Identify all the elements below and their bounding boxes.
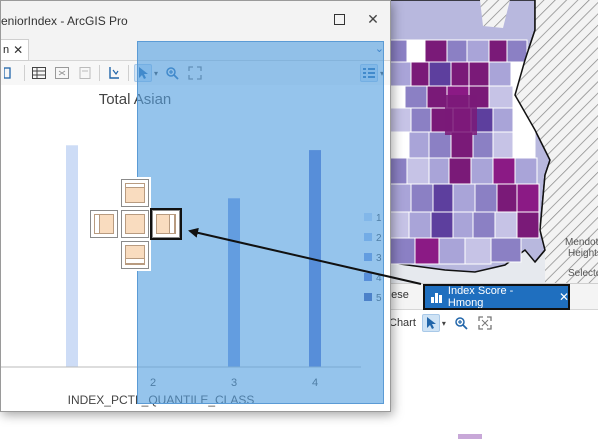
dock-panel: nese Index Score - Hmong ✕ Chart ▾	[385, 283, 598, 439]
select-arrow-icon[interactable]	[421, 314, 440, 332]
callout-highlight-box	[150, 208, 182, 240]
close-icon[interactable]: ✕	[13, 43, 23, 57]
table-icon[interactable]	[30, 64, 48, 82]
map-place-label: Heights	[568, 248, 598, 259]
close-icon[interactable]: ✕	[365, 11, 381, 27]
tab-label: Index Score - Hmong	[447, 285, 514, 309]
tab-index-score-hmong[interactable]: Index Score - Hmong ✕	[425, 284, 569, 310]
dock-toolbar: Chart ▾	[385, 311, 598, 335]
toolbar-divider	[128, 65, 129, 81]
chart-bar-5[interactable]	[390, 198, 391, 367]
tab-label: n	[3, 44, 10, 56]
dock-preview	[125, 214, 145, 234]
dock-center-target[interactable]	[121, 210, 149, 238]
sort-icon[interactable]	[105, 64, 123, 82]
toolbar-divider	[99, 65, 100, 81]
chart-bar-1[interactable]	[66, 145, 78, 367]
properties-icon[interactable]	[1, 64, 19, 82]
close-icon[interactable]: ✕	[559, 290, 569, 304]
dock-preview-strip	[94, 214, 100, 234]
window-title: eniorIndex - ArcGIS Pro	[1, 14, 128, 28]
dock-preview-strip	[125, 183, 145, 188]
toolbar-divider	[24, 65, 25, 81]
full-extent-icon[interactable]	[476, 314, 494, 332]
tab-chart-view[interactable]: n ✕	[1, 39, 29, 61]
dock-left-target[interactable]	[90, 210, 118, 238]
copy-icon[interactable]	[76, 64, 94, 82]
maximize-icon[interactable]	[331, 11, 347, 27]
zoom-in-icon[interactable]	[452, 314, 470, 332]
map-selection-label: Selecte	[568, 268, 598, 279]
bar-chart-icon	[431, 292, 443, 303]
dock-preview-strip	[125, 258, 145, 264]
title-bar[interactable]: eniorIndex - ArcGIS Pro ✕	[1, 1, 390, 39]
dock-tab-strip: nese Index Score - Hmong ✕	[385, 284, 598, 310]
dock-top-target[interactable]	[121, 179, 149, 207]
map-place-label: Mendota	[565, 237, 598, 248]
dock-bottom-target[interactable]	[121, 241, 149, 269]
chevron-down-icon[interactable]: ▾	[442, 319, 446, 328]
partial-chart-bar	[458, 434, 482, 439]
chart-menu-label[interactable]: Chart	[389, 317, 416, 329]
export-icon[interactable]	[53, 64, 71, 82]
